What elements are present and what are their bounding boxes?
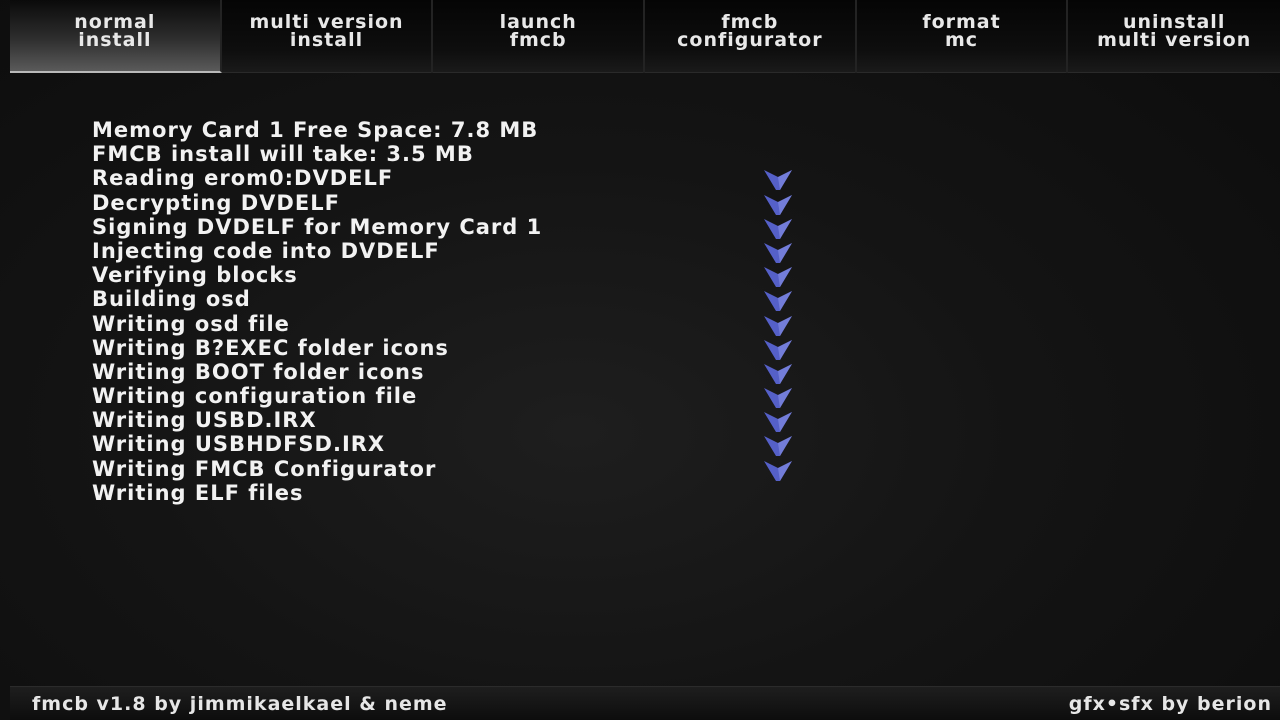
checkmark-icon	[764, 363, 792, 384]
tab-launch-fmcb[interactable]: launch fmcb	[433, 0, 646, 73]
tab-format-mc[interactable]: format mc	[857, 0, 1069, 73]
checkmark-icon	[764, 218, 792, 239]
checkmark-icon	[764, 194, 792, 215]
log-line-text: Building osd	[92, 287, 251, 312]
log-line-text: Writing osd file	[92, 311, 290, 336]
log-line-text: Writing BOOT folder icons	[92, 359, 425, 384]
checkmark-icon	[764, 388, 792, 409]
log-line: Writing USBHDFSD.IRX	[92, 432, 812, 457]
log-line: Writing BOOT folder icons	[92, 360, 812, 384]
tab-uninstall-multi-version[interactable]: uninstall multi version	[1068, 0, 1280, 73]
checkmark-icon	[764, 291, 792, 312]
log-line-text: Writing USBHDFSD.IRX	[92, 432, 386, 457]
log-line: Writing FMCB Configurator	[92, 457, 812, 481]
screen: normal install multi version install lau…	[0, 0, 1280, 720]
checkmark-icon	[764, 436, 792, 457]
log-line-text: Decrypting DVDELF	[92, 190, 340, 215]
log-line: Writing USBD.IRX	[92, 408, 812, 433]
tab-label: configurator	[677, 29, 823, 51]
footer-credit-right: gfx•sfx by berion	[1068, 693, 1272, 715]
checkmark-icon	[764, 412, 792, 433]
log-line: Writing ELF files	[92, 481, 812, 505]
log-line-text: FMCB install will take: 3.5 MB	[92, 142, 474, 167]
checkmark-icon	[764, 267, 792, 288]
tab-label: mc	[944, 29, 979, 51]
tab-fmcb-configurator[interactable]: fmcb configurator	[645, 0, 857, 73]
tab-label: fmcb	[509, 29, 567, 51]
log-line: Decrypting DVDELF	[92, 191, 812, 215]
checkmark-icon	[764, 315, 792, 336]
top-menu-bar: normal install multi version install lau…	[10, 0, 1280, 73]
log-line-text: Writing ELF files	[92, 480, 304, 505]
log-line-text: Signing DVDELF for Memory Card 1	[92, 214, 543, 239]
log-line: Signing DVDELF for Memory Card 1	[92, 215, 812, 239]
log-line-text: Writing USBD.IRX	[92, 408, 317, 433]
tab-label: multi version	[1097, 29, 1252, 51]
checkmark-icon	[764, 460, 792, 481]
log-line: Writing configuration file	[92, 384, 812, 409]
install-log: Memory Card 1 Free Space: 7.8 MB FMCB ins…	[92, 118, 812, 505]
log-line-text: Writing configuration file	[92, 384, 418, 409]
log-line: FMCB install will take: 3.5 MB	[92, 142, 812, 166]
checkmark-icon	[764, 339, 792, 360]
log-line: Memory Card 1 Free Space: 7.8 MB	[92, 118, 812, 142]
log-line-text: Writing B?EXEC folder icons	[92, 335, 449, 360]
footer-bar: fmcb v1.8 by jimmikaelkael & neme gfx•sf…	[10, 686, 1280, 720]
log-line-text: Reading erom0:DVDELF	[92, 166, 394, 191]
log-line-text: Memory Card 1 Free Space: 7.8 MB	[92, 118, 539, 142]
log-line: Injecting code into DVDELF	[92, 239, 812, 263]
log-line-text: Injecting code into DVDELF	[92, 238, 440, 263]
log-line-text: Verifying blocks	[92, 263, 298, 288]
log-line-text: Writing FMCB Configurator	[92, 456, 437, 481]
log-line: Verifying blocks	[92, 263, 812, 288]
log-line: Writing osd file	[92, 312, 812, 336]
checkmark-icon	[764, 242, 792, 263]
log-line: Reading erom0:DVDELF	[92, 166, 812, 191]
log-line: Building osd	[92, 287, 812, 312]
tab-label: install	[289, 29, 364, 51]
checkmark-icon	[764, 170, 792, 191]
tab-normal-install[interactable]: normal install	[10, 0, 222, 73]
tab-label: install	[78, 29, 152, 51]
footer-credit-left: fmcb v1.8 by jimmikaelkael & neme	[32, 693, 448, 715]
tab-multi-version-install[interactable]: multi version install	[222, 0, 434, 73]
log-line: Writing B?EXEC folder icons	[92, 336, 812, 360]
